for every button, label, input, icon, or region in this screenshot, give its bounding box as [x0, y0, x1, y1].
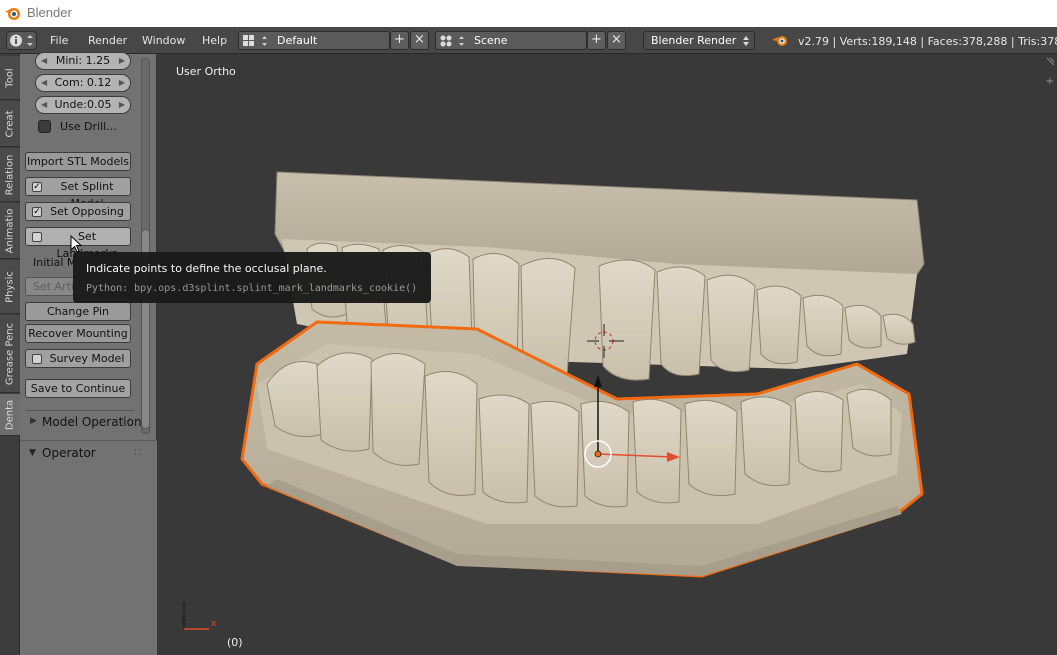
- delete-scene-button[interactable]: ×: [607, 31, 626, 50]
- check-icon: ✓: [32, 182, 42, 192]
- use-drill-label: Use Drill...: [60, 120, 117, 133]
- viewport-corner-grip-icon[interactable]: [1045, 56, 1055, 66]
- dental-model-render[interactable]: [157, 54, 1057, 655]
- menu-render[interactable]: Render: [88, 34, 127, 47]
- tooltip-description: Indicate points to define the occlusal p…: [86, 262, 327, 275]
- screen-layout-value: Default: [277, 34, 318, 47]
- screen-layout-icon: [243, 35, 267, 46]
- model-operations-panel-header[interactable]: ▶ Model Operations ∷∷: [20, 412, 157, 434]
- chevron-right-icon[interactable]: ▶: [119, 75, 125, 91]
- properties-toggle-icon[interactable]: +: [1046, 76, 1054, 87]
- axis-gizmo: [183, 602, 209, 630]
- chevron-right-icon: ▶: [30, 416, 37, 426]
- chevron-left-icon[interactable]: ◀: [41, 97, 47, 113]
- chevron-left-icon[interactable]: ◀: [41, 53, 47, 69]
- info-header: File Render Window Help Default + × Scen…: [0, 27, 1057, 54]
- menu-help[interactable]: Help: [202, 34, 227, 47]
- toolshelf-panel: ◀ Mini: 1.25 ▶ ◀ Com: 0.12 ▶ ◀ Unde:0.05…: [20, 52, 157, 655]
- menu-window[interactable]: Window: [142, 34, 185, 47]
- render-engine-select[interactable]: Blender Render: [643, 31, 755, 50]
- checkbox-empty-icon: [32, 232, 42, 242]
- divider: [26, 410, 134, 411]
- editor-type-button[interactable]: [6, 31, 37, 50]
- mouse-pointer-icon: [70, 235, 82, 253]
- tab-dental[interactable]: Denta: [0, 394, 20, 436]
- tab-relations[interactable]: Relation: [0, 148, 20, 202]
- drag-grip-icon[interactable]: ∷∷: [116, 414, 130, 428]
- menu-file[interactable]: File: [50, 34, 68, 47]
- tab-animation[interactable]: Animatio: [0, 203, 20, 259]
- chevron-right-icon[interactable]: ▶: [119, 97, 125, 113]
- tab-tool[interactable]: Tool: [0, 56, 20, 100]
- window-titlebar: Blender: [0, 0, 1057, 27]
- 3d-viewport[interactable]: User Ortho x z (0) +: [157, 54, 1057, 655]
- minimum-thickness-stepper[interactable]: ◀ Mini: 1.25 ▶: [35, 52, 131, 70]
- render-engine-value: Blender Render: [651, 34, 737, 47]
- close-icon: ×: [611, 32, 622, 47]
- info-icon: [10, 34, 33, 47]
- plus-icon: +: [394, 32, 405, 47]
- scene-value: Scene: [474, 34, 508, 47]
- tooltip: Indicate points to define the occlusal p…: [73, 252, 431, 303]
- tab-physics[interactable]: Physic: [0, 260, 20, 314]
- checkbox-empty-icon: [32, 354, 42, 364]
- add-scene-button[interactable]: +: [587, 31, 606, 50]
- change-pin-setting-button[interactable]: Change Pin Setting: [25, 302, 131, 335]
- checkbox-box[interactable]: [38, 120, 51, 133]
- blender-logo-icon: [772, 36, 787, 46]
- toolshelf-tabs: Tool Creat Relation Animatio Physic Grea…: [0, 54, 20, 655]
- operator-panel-header[interactable]: ▼ Operator ∷: [20, 443, 157, 465]
- plus-icon: +: [591, 32, 602, 47]
- scene-icon: [440, 35, 464, 47]
- initial-mount-label: Initial M: [33, 256, 77, 269]
- compensation-stepper[interactable]: ◀ Com: 0.12 ▶: [35, 74, 131, 92]
- blender-logo-icon: [5, 8, 20, 20]
- delete-screen-button[interactable]: ×: [410, 31, 429, 50]
- current-frame-label: (0): [227, 636, 243, 649]
- save-to-continue-button[interactable]: Save to Continue: [25, 379, 131, 398]
- axis-x-label: x: [211, 619, 217, 629]
- drag-grip-icon[interactable]: ∷: [134, 445, 142, 459]
- chevron-down-icon: ▼: [29, 448, 36, 458]
- chevron-left-icon[interactable]: ◀: [41, 75, 47, 91]
- scene-stats: v2.79 | Verts:189,148 | Faces:378,288 | …: [798, 35, 1057, 48]
- tooltip-python-path: Python: bpy.ops.d3splint.splint_mark_lan…: [86, 283, 418, 294]
- scene-field[interactable]: Scene: [435, 31, 587, 50]
- check-icon: ✓: [32, 207, 42, 217]
- set-splint-model-button[interactable]: ✓ Set Splint Model: [25, 177, 131, 210]
- undercut-stepper[interactable]: ◀ Unde:0.05 ▶: [35, 96, 131, 114]
- tab-create[interactable]: Creat: [0, 101, 20, 147]
- survey-model-button[interactable]: Survey Model: [25, 349, 131, 368]
- chevron-right-icon[interactable]: ▶: [119, 53, 125, 69]
- use-drill-checkbox[interactable]: Use Drill...: [37, 118, 137, 136]
- dropdown-arrows-icon: [743, 36, 749, 46]
- close-icon: ×: [414, 32, 425, 47]
- operator-panel: ▼ Operator ∷: [20, 440, 157, 655]
- recover-mounting-button[interactable]: Recover Mounting: [25, 324, 131, 343]
- screen-layout-field[interactable]: Default: [238, 31, 390, 50]
- import-stl-button[interactable]: Import STL Models: [25, 152, 131, 171]
- add-screen-button[interactable]: +: [390, 31, 409, 50]
- tab-grease-pencil[interactable]: Grease Penc: [0, 315, 20, 393]
- set-opposing-button[interactable]: ✓ Set Opposing: [25, 202, 131, 221]
- window-title: Blender: [27, 5, 72, 20]
- axis-z-label: z: [181, 614, 186, 624]
